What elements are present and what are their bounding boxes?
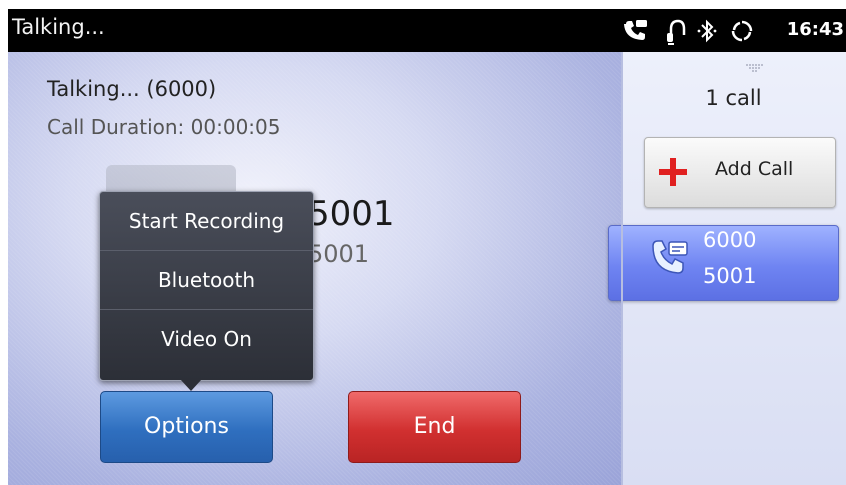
active-call-line: 6000 bbox=[703, 228, 757, 252]
panel-grip-icon[interactable] bbox=[744, 60, 766, 79]
headset-icon bbox=[666, 19, 686, 49]
status-bar: Talking... 16:43 bbox=[8, 9, 846, 52]
call-count: 1 call bbox=[705, 86, 762, 110]
menu-item-start-recording[interactable]: Start Recording bbox=[100, 192, 313, 251]
options-button[interactable]: Options bbox=[100, 391, 273, 463]
menu-item-bluetooth[interactable]: Bluetooth bbox=[100, 251, 313, 310]
call-status: Talking... (6000) bbox=[47, 77, 217, 101]
phone-screen: Talking... 16:43 Talking... (6000) Call … bbox=[8, 9, 846, 485]
menu-item-video-on[interactable]: Video On bbox=[100, 310, 313, 368]
sync-icon bbox=[730, 19, 754, 47]
call-phone-icon bbox=[649, 238, 693, 282]
voicemail-phone-icon bbox=[623, 19, 649, 47]
options-menu: Start Recording Bluetooth Video On bbox=[99, 191, 314, 381]
active-call-card[interactable]: 6000 5001 bbox=[608, 225, 839, 301]
call-duration: Call Duration: 00:00:05 bbox=[47, 115, 281, 139]
call-area: Talking... (6000) Call Duration: 00:00:0… bbox=[8, 52, 621, 485]
add-call-label: Add Call bbox=[715, 158, 794, 180]
plus-icon bbox=[655, 154, 691, 194]
bluetooth-icon bbox=[696, 19, 718, 47]
end-call-button[interactable]: End bbox=[348, 391, 521, 463]
panel-divider bbox=[621, 52, 623, 485]
active-call-remote: 5001 bbox=[703, 264, 757, 288]
add-call-button[interactable]: Add Call bbox=[644, 137, 836, 208]
remote-number-large: 5001 bbox=[308, 194, 395, 234]
status-clock: 16:43 bbox=[786, 19, 844, 40]
call-list-panel: 1 call Add Call 6000 5001 bbox=[608, 52, 846, 485]
options-menu-pointer bbox=[180, 379, 202, 391]
remote-number-small: 5001 bbox=[308, 240, 370, 268]
status-title: Talking... bbox=[12, 15, 105, 39]
